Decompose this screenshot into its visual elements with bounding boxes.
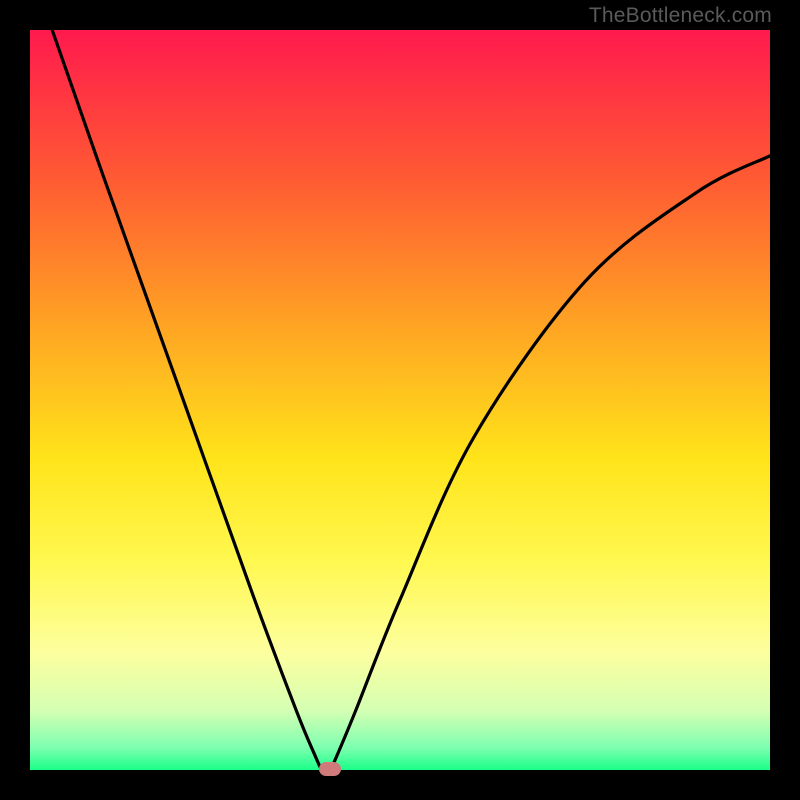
chart-frame: TheBottleneck.com [0, 0, 800, 800]
optimal-marker [319, 762, 341, 776]
plot-area [30, 30, 770, 770]
bottleneck-curve [52, 30, 770, 770]
curve-svg [30, 30, 770, 770]
watermark-text: TheBottleneck.com [589, 4, 772, 28]
